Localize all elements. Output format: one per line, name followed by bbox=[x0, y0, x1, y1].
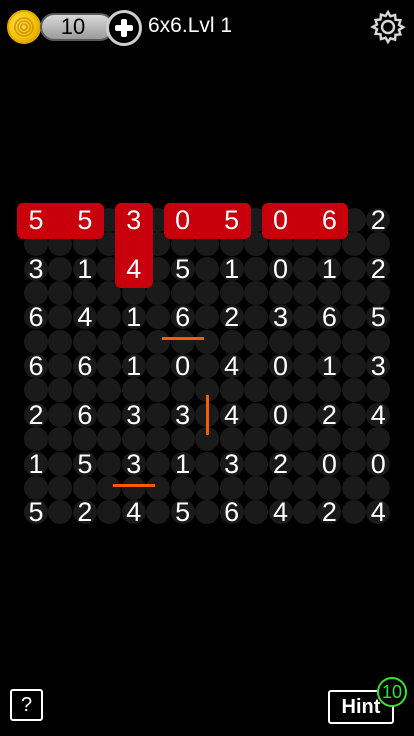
coin-count: 10 bbox=[60, 14, 86, 39]
board-cell[interactable]: 5 bbox=[16, 200, 56, 240]
board-cell[interactable]: 5 bbox=[65, 444, 105, 484]
board-cell[interactable]: 5 bbox=[163, 492, 203, 532]
board-cell[interactable]: 3 bbox=[212, 444, 252, 484]
board-cell[interactable]: 1 bbox=[114, 297, 154, 337]
board-cell[interactable]: 6 bbox=[212, 492, 252, 532]
board-cell[interactable]: 0 bbox=[261, 346, 301, 386]
game-board: 5530506231451012641623656610401326334024… bbox=[0, 190, 414, 540]
board-cell[interactable]: 5 bbox=[163, 249, 203, 289]
gear-icon bbox=[370, 9, 406, 45]
board-cell[interactable]: 2 bbox=[16, 395, 56, 435]
board-cell[interactable]: 4 bbox=[212, 346, 252, 386]
board-cell[interactable]: 0 bbox=[261, 200, 301, 240]
add-coins-button[interactable] bbox=[106, 10, 142, 46]
board-cell[interactable]: 4 bbox=[358, 492, 398, 532]
settings-button[interactable] bbox=[370, 9, 406, 45]
board-cell[interactable]: 6 bbox=[65, 346, 105, 386]
board-cell[interactable]: 3 bbox=[114, 200, 154, 240]
board-cell[interactable]: 0 bbox=[358, 444, 398, 484]
board-cell[interactable]: 3 bbox=[163, 395, 203, 435]
board-cell[interactable]: 2 bbox=[309, 395, 349, 435]
board-cell[interactable]: 4 bbox=[65, 297, 105, 337]
board-cell[interactable]: 4 bbox=[114, 492, 154, 532]
board-cell[interactable]: 2 bbox=[212, 297, 252, 337]
board-cell[interactable]: 3 bbox=[358, 346, 398, 386]
board-cell[interactable]: 5 bbox=[212, 200, 252, 240]
board-cell[interactable]: 6 bbox=[16, 346, 56, 386]
board-cell[interactable]: 4 bbox=[114, 249, 154, 289]
board-cell[interactable]: 5 bbox=[65, 200, 105, 240]
board-cell[interactable]: 6 bbox=[16, 297, 56, 337]
board-cell[interactable]: 0 bbox=[261, 395, 301, 435]
board-cell[interactable]: 0 bbox=[163, 346, 203, 386]
help-button[interactable]: ? bbox=[10, 689, 43, 721]
board-cell[interactable]: 6 bbox=[163, 297, 203, 337]
board-cell[interactable]: 6 bbox=[309, 200, 349, 240]
board-cell[interactable]: 5 bbox=[16, 492, 56, 532]
board-cell[interactable]: 2 bbox=[358, 249, 398, 289]
board-cell[interactable]: 2 bbox=[261, 444, 301, 484]
board-cell[interactable]: 0 bbox=[309, 444, 349, 484]
board-cell[interactable]: 3 bbox=[114, 395, 154, 435]
board-cell[interactable]: 0 bbox=[163, 200, 203, 240]
board-cell[interactable]: 3 bbox=[261, 297, 301, 337]
board-cell[interactable]: 5 bbox=[358, 297, 398, 337]
board-cell[interactable]: 1 bbox=[114, 346, 154, 386]
board-cell[interactable]: 2 bbox=[65, 492, 105, 532]
board-cell[interactable]: 4 bbox=[358, 395, 398, 435]
board-cell[interactable]: 1 bbox=[309, 249, 349, 289]
board-cell[interactable]: 3 bbox=[114, 444, 154, 484]
board-cell[interactable]: 1 bbox=[309, 346, 349, 386]
board-cell[interactable]: 6 bbox=[309, 297, 349, 337]
board-cell[interactable]: 1 bbox=[212, 249, 252, 289]
level-title: 6x6.Lvl 1 bbox=[148, 14, 233, 37]
board-cell[interactable]: 1 bbox=[163, 444, 203, 484]
board-cell[interactable]: 4 bbox=[261, 492, 301, 532]
hint-count-badge: 10 bbox=[377, 677, 407, 707]
coin-icon bbox=[7, 10, 41, 44]
board-cell[interactable]: 4 bbox=[212, 395, 252, 435]
board-cell[interactable]: 2 bbox=[358, 200, 398, 240]
wall-marker bbox=[112, 483, 155, 487]
board-cell[interactable]: 2 bbox=[309, 492, 349, 532]
board-cell[interactable]: 0 bbox=[261, 249, 301, 289]
board-cell[interactable]: 1 bbox=[16, 444, 56, 484]
board-cell[interactable]: 6 bbox=[65, 395, 105, 435]
board-cell[interactable]: 3 bbox=[16, 249, 56, 289]
board-cell[interactable]: 1 bbox=[65, 249, 105, 289]
wall-marker bbox=[161, 337, 204, 341]
wall-marker bbox=[206, 394, 210, 435]
